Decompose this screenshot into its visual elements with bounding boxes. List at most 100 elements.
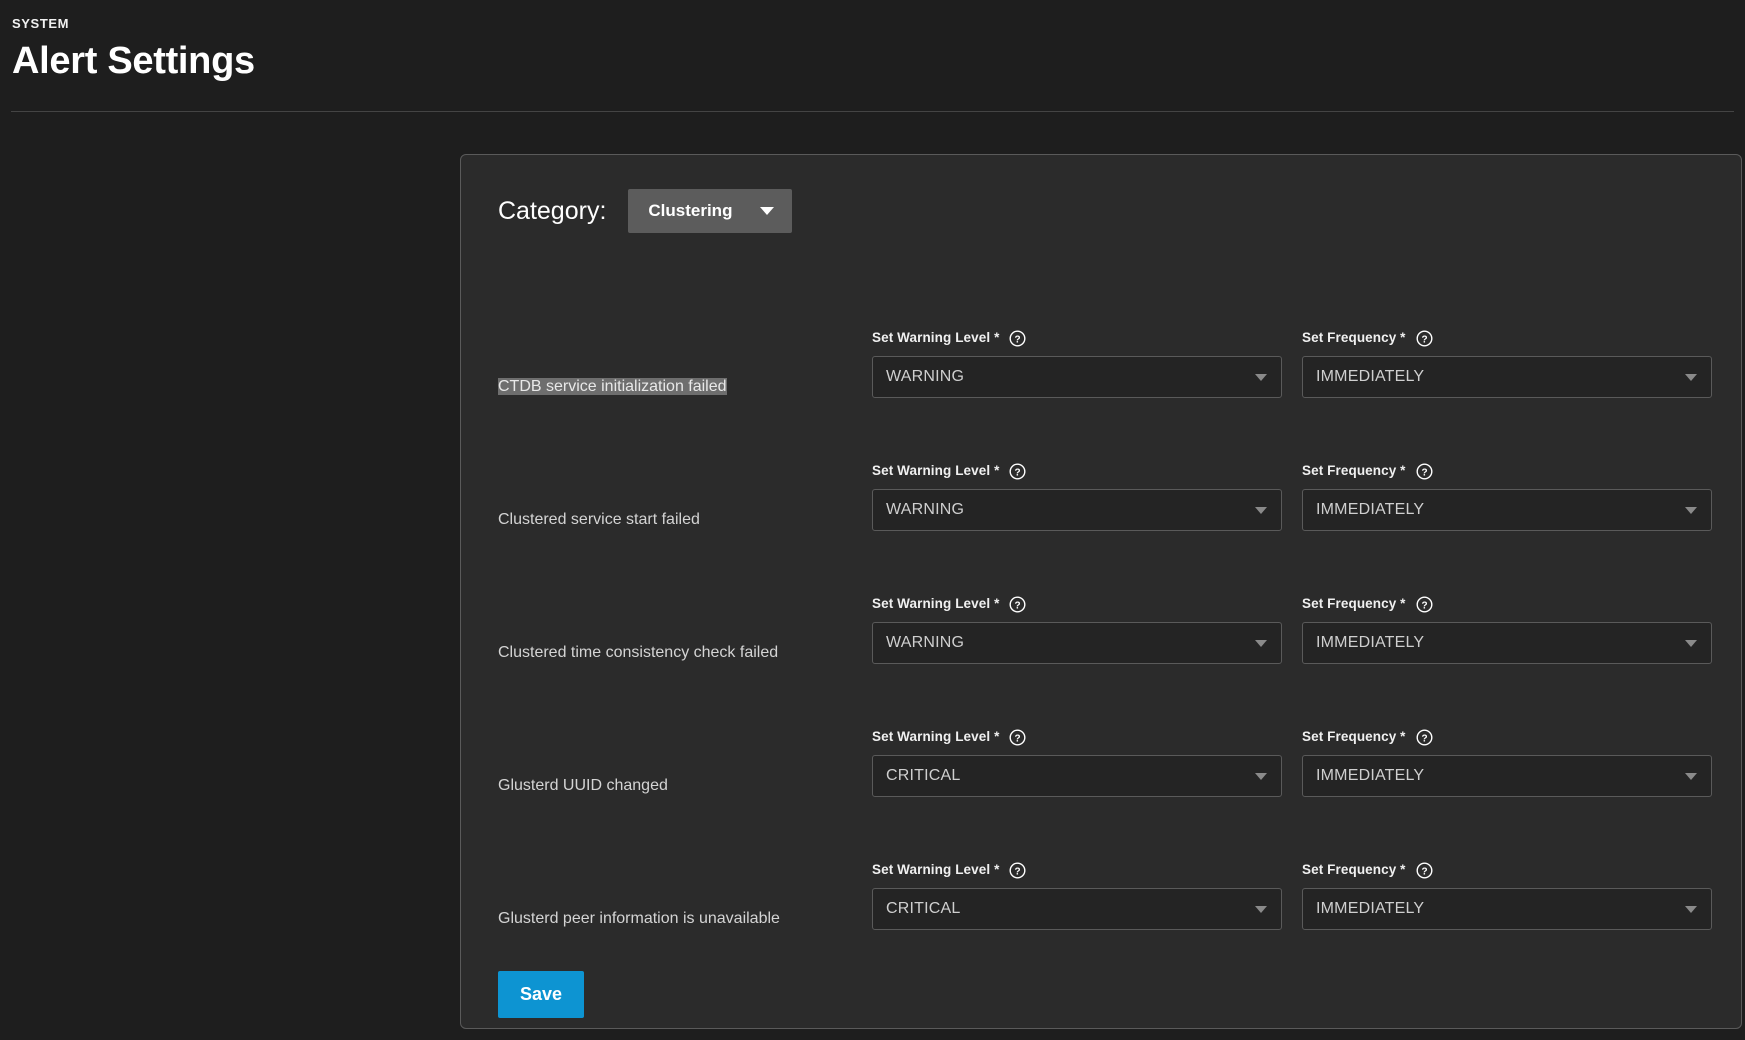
chevron-down-icon (1685, 373, 1697, 381)
svg-text:?: ? (1421, 467, 1427, 478)
warning-level-field: Set Warning Level *? CRITICAL (872, 728, 1282, 813)
frequency-value: IMMEDIATELY (1316, 900, 1425, 917)
alert-name-cell: Clustered service start failed (498, 509, 872, 547)
svg-text:?: ? (1015, 733, 1021, 744)
frequency-field: Set Frequency *? IMMEDIATELY (1302, 329, 1712, 414)
main-content: Category: Clustering CTDB service initia… (0, 112, 1745, 1029)
frequency-field: Set Frequency *? IMMEDIATELY (1302, 861, 1712, 946)
breadcrumb-eyebrow: SYSTEM (12, 16, 70, 31)
help-circle-icon[interactable]: ? (1009, 728, 1026, 746)
frequency-label: Set Frequency * (1302, 596, 1406, 611)
frequency-label: Set Frequency * (1302, 862, 1406, 877)
header-divider (11, 111, 1734, 112)
frequency-label-line: Set Frequency *? (1302, 861, 1712, 879)
frequency-label-line: Set Frequency *? (1302, 329, 1712, 347)
warning-level-select[interactable]: WARNING (872, 356, 1282, 398)
frequency-value: IMMEDIATELY (1316, 501, 1425, 518)
frequency-field: Set Frequency *? IMMEDIATELY (1302, 595, 1712, 680)
help-circle-icon[interactable]: ? (1416, 329, 1433, 347)
svg-text:?: ? (1421, 334, 1427, 345)
help-circle-icon[interactable]: ? (1009, 595, 1026, 613)
alert-name: Glusterd UUID changed (498, 777, 668, 794)
category-row: Category: Clustering (461, 189, 1741, 233)
frequency-label: Set Frequency * (1302, 463, 1406, 478)
frequency-field: Set Frequency *? IMMEDIATELY (1302, 728, 1712, 813)
warning-level-label: Set Warning Level * (872, 729, 1000, 744)
help-circle-icon[interactable]: ? (1009, 462, 1026, 480)
frequency-select[interactable]: IMMEDIATELY (1302, 356, 1712, 398)
warning-level-label-line: Set Warning Level *? (872, 595, 1282, 613)
frequency-select[interactable]: IMMEDIATELY (1302, 622, 1712, 664)
frequency-value: IMMEDIATELY (1316, 767, 1425, 784)
frequency-select[interactable]: IMMEDIATELY (1302, 888, 1712, 930)
warning-level-label: Set Warning Level * (872, 862, 1000, 877)
alert-name: Clustered time consistency check failed (498, 644, 779, 661)
alert-row: Clustered time consistency check failed S… (498, 547, 1716, 680)
alert-name-cell: Glusterd peer information is unavailable (498, 908, 872, 946)
svg-text:?: ? (1015, 866, 1021, 877)
page-header: SYSTEM Alert Settings (0, 0, 1745, 112)
category-label: Category: (498, 197, 607, 225)
warning-level-value: WARNING (886, 368, 965, 385)
chevron-down-icon (760, 207, 775, 215)
svg-text:?: ? (1015, 600, 1021, 611)
save-button[interactable]: Save (498, 971, 585, 1018)
warning-level-select[interactable]: WARNING (872, 489, 1282, 531)
chevron-down-icon (1255, 506, 1267, 514)
alert-row: CTDB service initialization failed Set Wa… (498, 281, 1716, 414)
form-actions: Save (461, 946, 1741, 1018)
warning-level-label: Set Warning Level * (872, 330, 1000, 345)
page-title: Alert Settings (12, 40, 255, 82)
frequency-field: Set Frequency *? IMMEDIATELY (1302, 462, 1712, 547)
frequency-label-line: Set Frequency *? (1302, 595, 1712, 613)
warning-level-label-line: Set Warning Level *? (872, 462, 1282, 480)
help-circle-icon[interactable]: ? (1416, 462, 1433, 480)
chevron-down-icon (1685, 772, 1697, 780)
warning-level-field: Set Warning Level *? WARNING (872, 595, 1282, 680)
warning-level-value: WARNING (886, 634, 965, 651)
warning-level-label-line: Set Warning Level *? (872, 728, 1282, 746)
category-dropdown-value: Clustering (648, 201, 733, 220)
warning-level-select[interactable]: WARNING (872, 622, 1282, 664)
warning-level-label: Set Warning Level * (872, 596, 1000, 611)
svg-text:?: ? (1421, 600, 1427, 611)
warning-level-field: Set Warning Level *? WARNING (872, 329, 1282, 414)
frequency-select[interactable]: IMMEDIATELY (1302, 489, 1712, 531)
chevron-down-icon (1255, 373, 1267, 381)
frequency-label-line: Set Frequency *? (1302, 728, 1712, 746)
chevron-down-icon (1255, 905, 1267, 913)
help-circle-icon[interactable]: ? (1416, 861, 1433, 879)
alert-name: CTDB service initialization failed (498, 378, 727, 395)
warning-level-label: Set Warning Level * (872, 463, 1000, 478)
chevron-down-icon (1255, 639, 1267, 647)
alert-name: Glusterd peer information is unavailable (498, 910, 780, 927)
svg-text:?: ? (1421, 866, 1427, 877)
help-circle-icon[interactable]: ? (1009, 329, 1026, 347)
warning-level-value: CRITICAL (886, 900, 961, 917)
help-circle-icon[interactable]: ? (1009, 861, 1026, 879)
alert-name-cell: CTDB service initialization failed (498, 376, 872, 414)
alert-row: Clustered service start failed Set Warnin… (498, 414, 1716, 547)
warning-level-field: Set Warning Level *? CRITICAL (872, 861, 1282, 946)
warning-level-label-line: Set Warning Level *? (872, 329, 1282, 347)
frequency-label: Set Frequency * (1302, 729, 1406, 744)
alert-name-cell: Clustered time consistency check failed (498, 642, 872, 680)
chevron-down-icon (1255, 772, 1267, 780)
alert-settings-panel: Category: Clustering CTDB service initia… (460, 154, 1742, 1029)
alert-name: Clustered service start failed (498, 511, 700, 528)
warning-level-select[interactable]: CRITICAL (872, 755, 1282, 797)
warning-level-field: Set Warning Level *? WARNING (872, 462, 1282, 547)
chevron-down-icon (1685, 639, 1697, 647)
category-dropdown[interactable]: Clustering (628, 189, 793, 233)
warning-level-select[interactable]: CRITICAL (872, 888, 1282, 930)
svg-text:?: ? (1421, 733, 1427, 744)
frequency-label-line: Set Frequency *? (1302, 462, 1712, 480)
chevron-down-icon (1685, 905, 1697, 913)
help-circle-icon[interactable]: ? (1416, 595, 1433, 613)
frequency-value: IMMEDIATELY (1316, 368, 1425, 385)
warning-level-value: CRITICAL (886, 767, 961, 784)
help-circle-icon[interactable]: ? (1416, 728, 1433, 746)
chevron-down-icon (1685, 506, 1697, 514)
frequency-select[interactable]: IMMEDIATELY (1302, 755, 1712, 797)
frequency-value: IMMEDIATELY (1316, 634, 1425, 651)
